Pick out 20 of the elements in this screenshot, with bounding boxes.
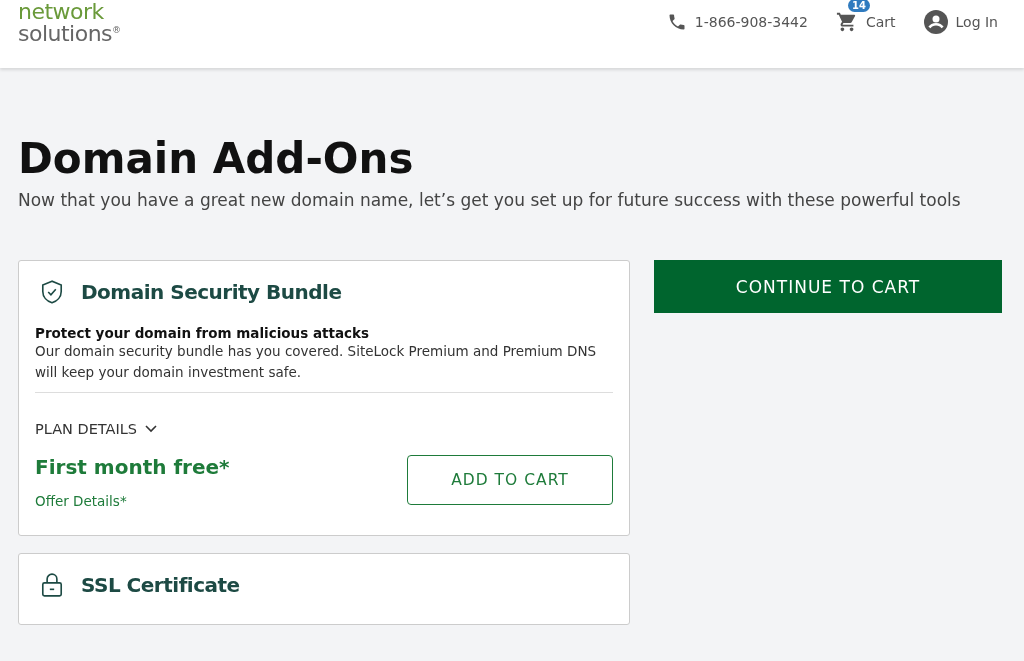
continue-to-cart-button[interactable]: CONTINUE TO CART [654,260,1002,313]
product-title: SSL Certificate [81,573,240,597]
login-link[interactable]: Log In [955,14,998,30]
product-headline: Protect your domain from malicious attacks [35,325,371,341]
offer-details-link[interactable]: Offer Details* [35,493,230,509]
price-text: First month free* [35,455,230,479]
cart-link[interactable]: Cart [865,14,896,30]
add-to-cart-button[interactable]: ADD TO CART [407,455,613,505]
page-subtitle: Now that you have a great new domain name, let’s get you set up for future success with these powerful tools [18,190,962,210]
product-description: Our domain security bundle has you covered. SiteLock Premium and Premium DNS will keep your domain investment safe. [35,342,598,382]
product-title: Domain Security Bundle [81,280,342,304]
cart-count-badge: 14 [847,0,870,12]
cart-icon[interactable] [835,11,858,33]
plan-details-toggle[interactable]: PLAN DETAILS [35,421,158,437]
phone-number[interactable]: 1-866-908-3442 [694,14,808,30]
logo[interactable]: network solutions$^{®}$ [18,0,121,44]
shield-check-icon [39,279,65,305]
padlock-icon [39,572,65,598]
user-icon[interactable] [923,10,948,34]
page-title: Domain Add-Ons [18,133,415,184]
